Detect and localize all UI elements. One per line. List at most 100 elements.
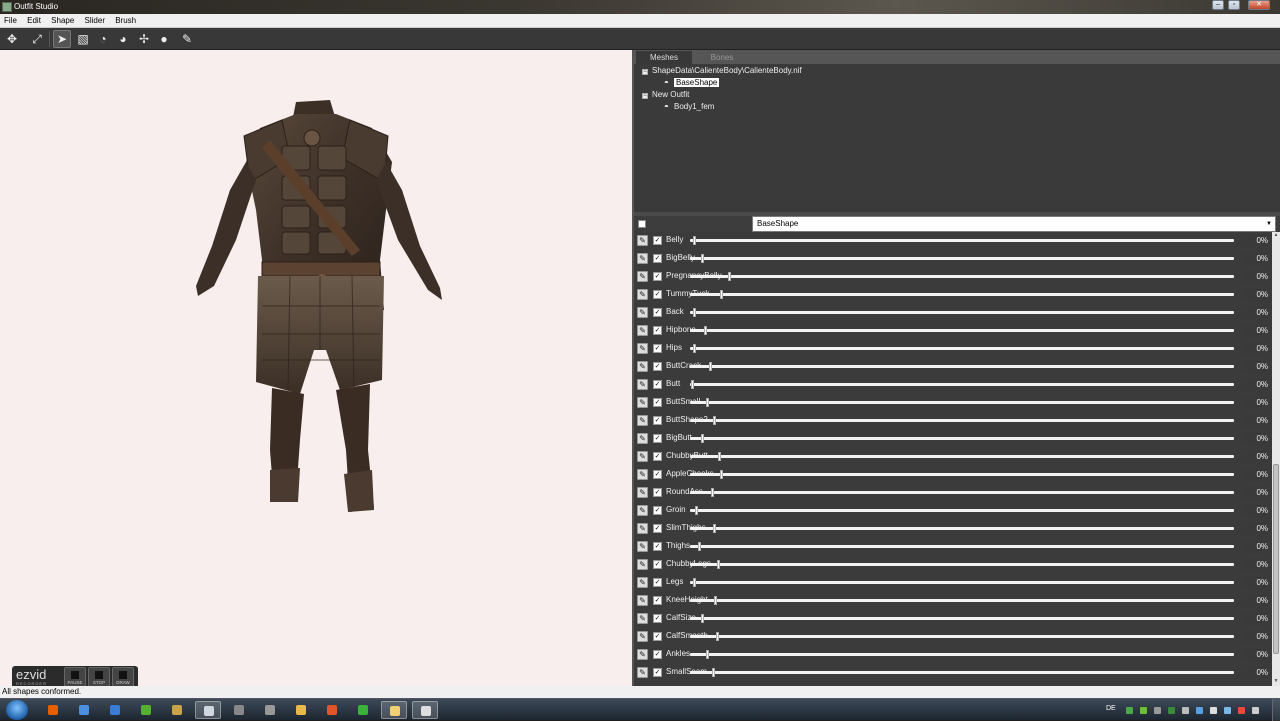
slider-checkbox[interactable]: ✓ (653, 596, 662, 605)
edit-slider-icon[interactable]: ✎ (637, 523, 648, 534)
taskbar-app[interactable] (319, 701, 345, 719)
slider-value[interactable]: 0% (1242, 414, 1268, 427)
slider-track[interactable] (690, 293, 1234, 296)
slider-thumb[interactable] (706, 650, 710, 659)
scrollbar-thumb[interactable] (1273, 464, 1279, 654)
slider-value[interactable]: 0% (1242, 522, 1268, 535)
slider-value[interactable]: 0% (1242, 612, 1268, 625)
tray-icon[interactable] (1140, 707, 1147, 714)
slider-thumb[interactable] (712, 524, 716, 533)
slider-value[interactable]: 0% (1242, 486, 1268, 499)
slider-checkbox[interactable]: ✓ (653, 254, 662, 263)
edit-slider-icon[interactable]: ✎ (637, 595, 648, 606)
brush-tool-icon[interactable]: ➤ (53, 30, 71, 48)
slider-value[interactable]: 0% (1242, 234, 1268, 247)
slider-checkbox[interactable]: ✓ (653, 344, 662, 353)
slider-track[interactable] (690, 311, 1234, 314)
slider-thumb[interactable] (700, 254, 704, 263)
taskbar-app[interactable] (102, 701, 128, 719)
slider-value[interactable]: 0% (1242, 270, 1268, 283)
taskbar-app[interactable] (257, 701, 283, 719)
slider-thumb[interactable] (711, 668, 715, 677)
3d-viewport[interactable]: ezvid RECORDER PAUSE STOP DRAW (0, 50, 632, 686)
slider-checkbox[interactable]: ✓ (653, 272, 662, 281)
slider-track[interactable] (690, 635, 1234, 638)
eye-icon[interactable]: ◓ (664, 102, 669, 111)
slider-track[interactable] (690, 455, 1234, 458)
edit-slider-icon[interactable]: ✎ (637, 307, 648, 318)
taskbar-app[interactable] (381, 701, 407, 719)
draw-button[interactable]: DRAW (112, 667, 134, 686)
taskbar-app[interactable] (133, 701, 159, 719)
tray-icon[interactable] (1182, 707, 1189, 714)
tray-icon[interactable] (1224, 707, 1231, 714)
slider-value[interactable]: 0% (1242, 396, 1268, 409)
slider-value[interactable]: 0% (1242, 630, 1268, 643)
edit-slider-icon[interactable]: ✎ (637, 577, 648, 588)
show-desktop-button[interactable] (1272, 699, 1280, 721)
slider-value[interactable]: 0% (1242, 558, 1268, 571)
edit-slider-icon[interactable]: ✎ (637, 505, 648, 516)
slider-value[interactable]: 0% (1242, 648, 1268, 661)
menu-file[interactable]: File (0, 14, 21, 28)
reference-shape-dropdown[interactable]: BaseShape ▼ (752, 216, 1276, 232)
edit-slider-icon[interactable]: ✎ (637, 415, 648, 426)
slider-thumb[interactable] (717, 560, 721, 569)
slider-track[interactable] (690, 563, 1234, 566)
maximize-button[interactable]: ▫ (1228, 0, 1240, 10)
slider-thumb[interactable] (710, 488, 714, 497)
slider-track[interactable] (690, 347, 1234, 350)
slider-checkbox[interactable]: ✓ (653, 416, 662, 425)
slider-thumb[interactable] (714, 596, 718, 605)
edit-slider-icon[interactable]: ✎ (637, 541, 648, 552)
slider-checkbox[interactable]: ✓ (653, 398, 662, 407)
select-tool-icon[interactable]: ✥ (3, 30, 21, 48)
slider-track[interactable] (690, 239, 1234, 242)
slider-track[interactable] (690, 419, 1234, 422)
slider-checkbox[interactable]: ✓ (653, 362, 662, 371)
slider-track[interactable] (690, 581, 1234, 584)
menu-edit[interactable]: Edit (23, 14, 45, 28)
slider-checkbox[interactable]: ✓ (653, 650, 662, 659)
smooth-brush-icon[interactable]: ● (155, 30, 173, 48)
pause-button[interactable]: PAUSE (64, 667, 86, 686)
edit-slider-icon[interactable]: ✎ (637, 289, 648, 300)
edit-slider-icon[interactable]: ✎ (637, 613, 648, 624)
slider-checkbox[interactable]: ✓ (653, 506, 662, 515)
start-button[interactable] (6, 700, 28, 720)
slider-track[interactable] (690, 491, 1234, 494)
slider-thumb[interactable] (692, 308, 696, 317)
close-button[interactable]: ✕ (1248, 0, 1270, 10)
slider-checkbox[interactable]: ✓ (653, 290, 662, 299)
slider-track[interactable] (690, 653, 1234, 656)
slider-checkbox[interactable]: ✓ (653, 434, 662, 443)
slider-thumb[interactable] (692, 578, 696, 587)
slider-thumb[interactable] (695, 506, 699, 515)
slider-thumb[interactable] (692, 236, 696, 245)
collapse-icon[interactable]: − (642, 69, 648, 75)
slider-track[interactable] (690, 599, 1234, 602)
taskbar-app[interactable] (288, 701, 314, 719)
eye-icon[interactable]: ◓ (664, 78, 669, 87)
slider-thumb[interactable] (712, 416, 716, 425)
edit-slider-icon[interactable]: ✎ (637, 649, 648, 660)
slider-track[interactable] (690, 365, 1234, 368)
slider-checkbox[interactable]: ✓ (653, 236, 662, 245)
taskbar-app[interactable] (226, 701, 252, 719)
slider-track[interactable] (690, 329, 1234, 332)
slider-value[interactable]: 0% (1242, 504, 1268, 517)
edit-slider-icon[interactable]: ✎ (637, 433, 648, 444)
slider-track[interactable] (690, 617, 1234, 620)
slider-thumb[interactable] (700, 614, 704, 623)
stop-button[interactable]: STOP (88, 667, 110, 686)
slider-thumb[interactable] (692, 344, 696, 353)
slider-checkbox[interactable]: ✓ (653, 614, 662, 623)
tray-icon[interactable] (1126, 707, 1133, 714)
move-brush-icon[interactable]: ✢ (135, 30, 153, 48)
slider-track[interactable] (690, 527, 1234, 530)
edit-slider-icon[interactable]: ✎ (637, 325, 648, 336)
network-icon[interactable] (1196, 707, 1203, 714)
taskbar-app[interactable] (195, 701, 221, 719)
slider-thumb[interactable] (703, 326, 707, 335)
slider-checkbox[interactable]: ✓ (653, 308, 662, 317)
